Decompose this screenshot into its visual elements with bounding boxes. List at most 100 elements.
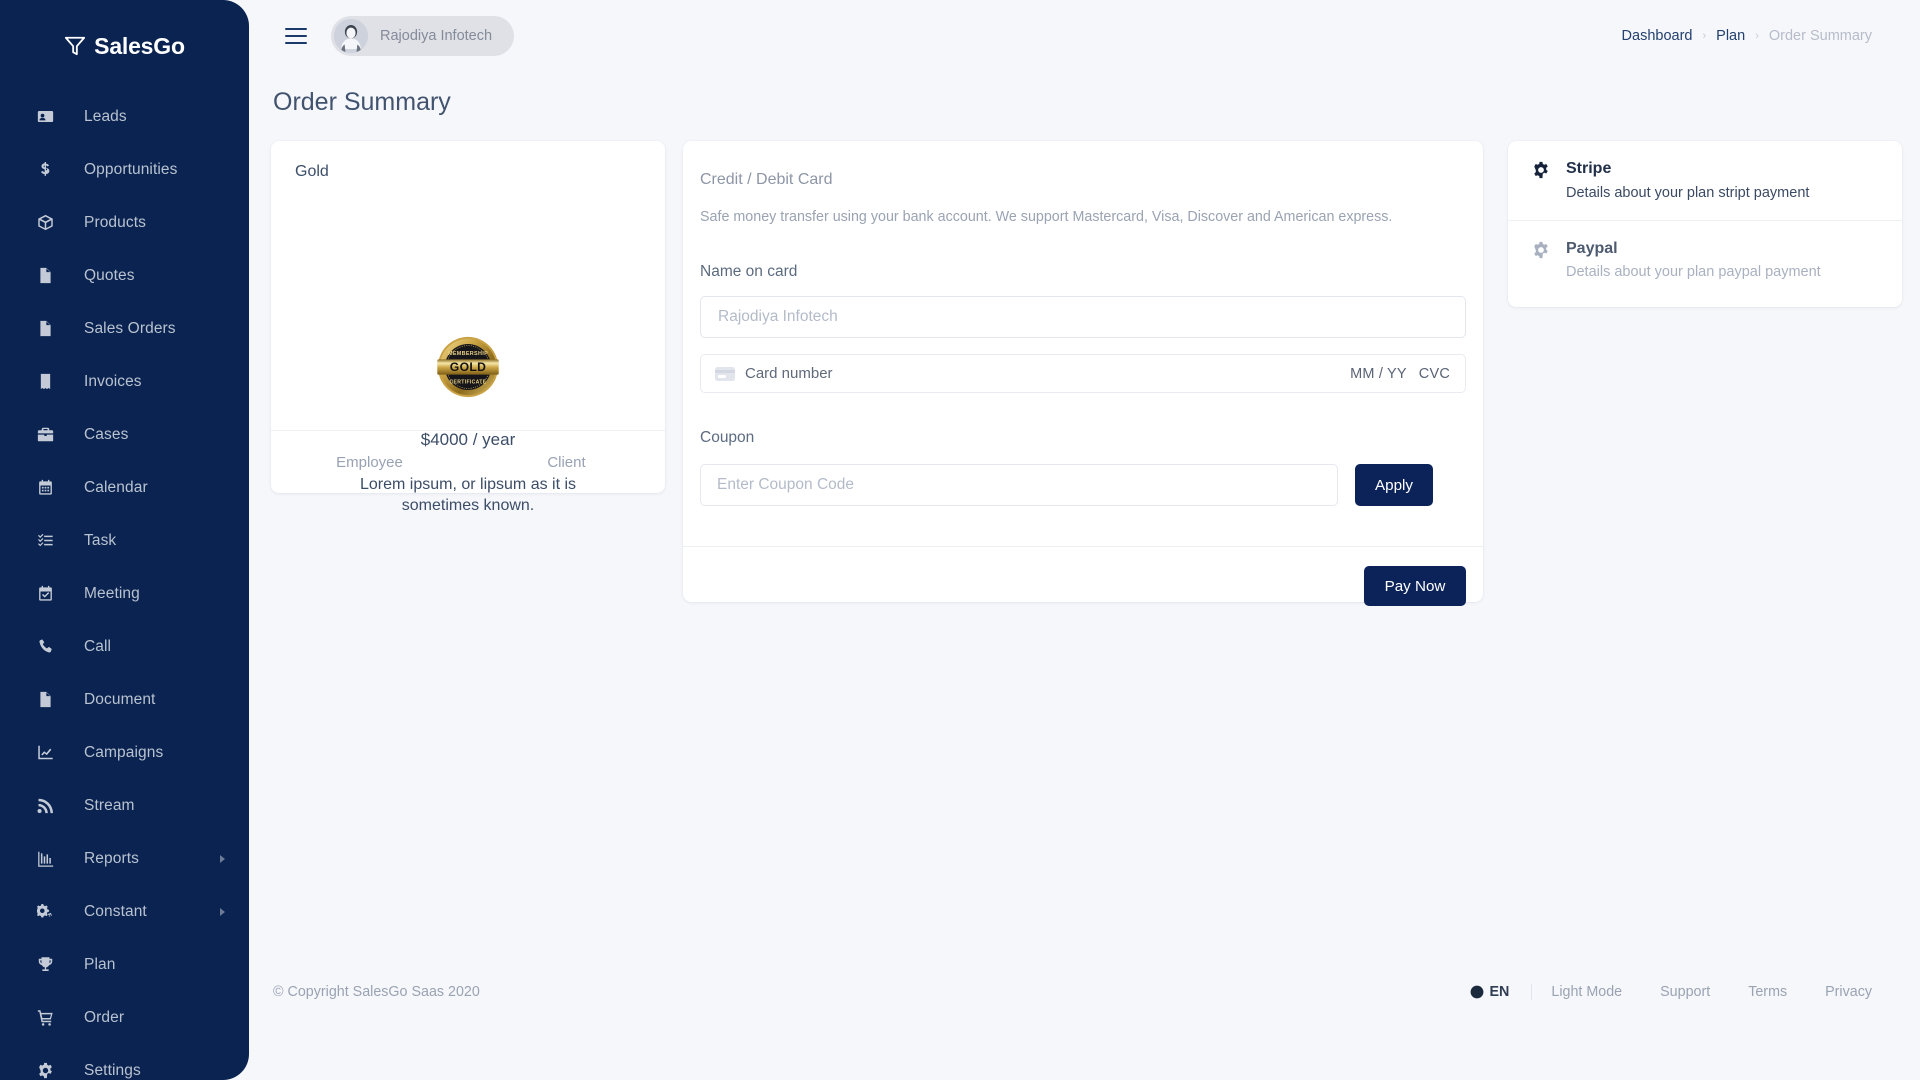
sidebar-item-label: Order [84,1008,125,1026]
gears-icon [36,904,52,918]
sidebar-item-label: Campaigns [84,743,164,761]
footer-link-terms[interactable]: Terms [1729,984,1806,1000]
sidebar-item-sales-orders[interactable]: Sales Orders [0,302,249,355]
footer-link-light-mode[interactable]: Light Mode [1532,984,1641,1000]
payment-gateway-list: Stripe Details about your plan stript pay… [1508,141,1902,307]
footer-links: EN Light Mode Support Terms Privacy [1470,984,1872,1000]
rss-icon [37,798,53,814]
payment-heading: Credit / Debit Card [700,171,833,188]
coupon-label: Coupon [700,429,755,446]
phone-icon [34,636,56,658]
sidebar-item-label: Document [84,690,156,708]
order-doc-icon [34,318,56,340]
sidebar-item-cases[interactable]: Cases [0,408,249,461]
apply-coupon-button[interactable]: Apply [1355,464,1433,506]
sidebar-item-label: Invoices [84,372,142,390]
sidebar-item-label: Cases [84,425,129,443]
sidebar-item-task[interactable]: Task [0,514,249,567]
payment-card: Credit / Debit Card Safe money transfer … [683,141,1483,606]
sidebar-item-reports[interactable]: Reports [0,832,249,885]
plan-tab-employee[interactable]: Employee [271,431,468,493]
footer-link-privacy[interactable]: Privacy [1806,984,1872,1000]
sidebar-item-label: Sales Orders [84,319,176,337]
gateway-description: Details about your plan paypal payment [1566,264,1821,281]
name-on-card-label: Name on card [700,263,798,280]
sidebar-item-label: Products [84,213,146,231]
dollar-icon [40,162,49,176]
sidebar-item-quotes[interactable]: Quotes [0,249,249,302]
sidebar-item-calendar[interactable]: Calendar [0,461,249,514]
page-title: Order Summary [273,88,451,116]
phone-icon [38,639,52,653]
name-on-card-input[interactable] [700,296,1466,338]
org-switcher[interactable]: Rajodiya Infotech [331,16,515,56]
sidebar-item-campaigns[interactable]: Campaigns [0,726,249,779]
hamburger-icon[interactable] [285,28,307,44]
bar-chart-icon [34,848,56,870]
pay-now-button[interactable]: Pay Now [1364,566,1466,606]
brand-logo[interactable]: SalesGo [0,14,249,78]
svg-text:GOLD: GOLD [450,360,486,374]
user-avatar-icon [334,19,368,53]
breadcrumb-item-plan[interactable]: Plan [1716,28,1745,44]
sidebar-item-label: Meeting [84,584,140,602]
gateway-item-paypal[interactable]: Paypal Details about your plan paypal pay… [1508,219,1902,300]
breadcrumb-item-dashboard[interactable]: Dashboard [1622,28,1693,44]
chevron-right-icon [220,854,225,863]
sidebar-item-document[interactable]: Document [0,673,249,726]
sidebar-item-order[interactable]: Order [0,991,249,1044]
sidebar-item-settings[interactable]: Settings [0,1044,249,1080]
brand-name: SalesGo [94,32,185,59]
sidebar-item-label: Quotes [84,266,135,284]
sidebar-item-label: Plan [84,955,116,973]
sidebar-item-opportunities[interactable]: Opportunities [0,143,249,196]
breadcrumb-item-order-summary: Order Summary [1768,28,1872,44]
divider [683,546,1483,547]
sidebar-item-label: Settings [84,1061,141,1079]
gateway-name: Stripe [1566,160,1612,177]
cart-icon [34,1007,56,1029]
sidebar-item-invoices[interactable]: Invoices [0,355,249,408]
breadcrumb-separator: › [1702,30,1707,42]
gear-icon [34,1060,56,1080]
card-number-placeholder: Card number [745,365,833,382]
rss-icon [34,795,56,817]
briefcase-icon [34,424,56,446]
sidebar-item-stream[interactable]: Stream [0,779,249,832]
footer-link-support[interactable]: Support [1641,984,1729,1000]
calendar-check-icon [38,585,52,601]
chart-line-icon [37,745,53,760]
sidebar-item-plan[interactable]: Plan [0,938,249,991]
card-expiry-placeholder: MM / YY [1350,365,1407,382]
sidebar-item-label: Call [84,637,112,655]
trophy-icon [34,954,56,976]
gold-medal-icon: MEMBERSHIP CERTIFICATE GOLD [437,336,499,398]
sidebar-item-leads[interactable]: Leads [0,90,249,143]
sidebar-item-label: Constant [84,902,147,920]
bar-chart-icon [37,851,53,867]
plan-name: Gold [295,163,329,180]
gear-icon [1534,161,1548,179]
quote-doc-icon [39,267,51,284]
sidebar-item-label: Stream [84,796,135,814]
plan-tab-client[interactable]: Client [468,431,665,493]
card-expiry-cvc: MM / YY CVC [1350,366,1450,382]
sidebar-item-label: Reports [84,849,139,867]
gateway-item-stripe[interactable]: Stripe Details about your plan stript pay… [1508,141,1902,220]
contact-card-icon [37,110,53,123]
language-selector[interactable]: EN [1470,984,1533,1000]
footer: © Copyright SalesGo Saas 2020 EN Light M… [249,930,1920,1080]
sidebar-item-call[interactable]: Call [0,620,249,673]
trophy-icon [38,957,52,971]
sidebar-item-products[interactable]: Products [0,196,249,249]
receipt-icon [40,373,50,390]
sidebar-item-meeting[interactable]: Meeting [0,567,249,620]
gear-icon [38,1062,52,1079]
cart-icon [37,1010,53,1026]
sidebar-item-label: Task [84,531,117,549]
coupon-input[interactable] [700,464,1338,506]
gear-icon [1532,241,1550,259]
sidebar-item-constant[interactable]: Constant [0,885,249,938]
card-number-field[interactable]: Card number MM / YY CVC [700,354,1466,393]
contact-card-icon [34,106,56,128]
